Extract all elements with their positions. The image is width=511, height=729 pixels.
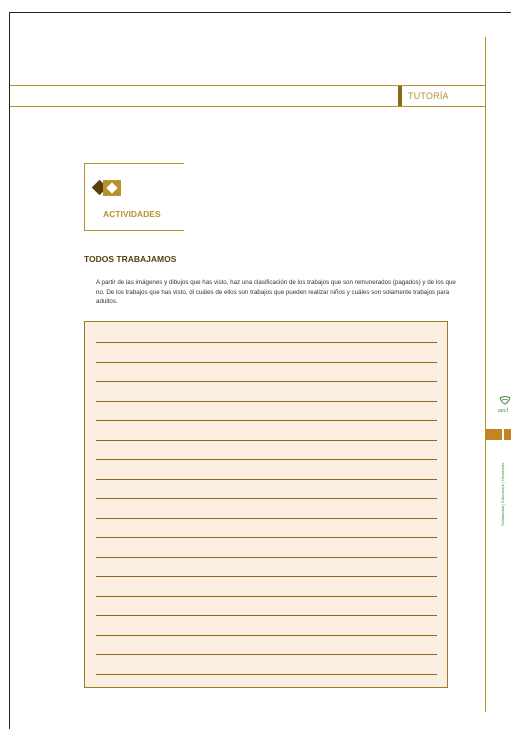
aeci-logo: aecl	[498, 396, 511, 414]
exercise-title: TODOS TRABAJAMOS	[84, 254, 177, 264]
writing-line	[96, 634, 437, 636]
writing-line	[96, 556, 437, 558]
writing-line	[96, 361, 437, 363]
page-border-left	[9, 12, 10, 729]
answer-box[interactable]	[84, 321, 448, 688]
writing-line	[96, 400, 437, 402]
writing-line	[96, 576, 437, 577]
header-rule-top	[10, 85, 485, 86]
exercise-instructions: A partir de las imágenes y dibujos que h…	[96, 279, 456, 305]
writing-line	[96, 498, 437, 499]
writing-line	[96, 537, 437, 538]
activity-frame-left	[84, 163, 85, 231]
writing-line	[96, 615, 437, 616]
section-marker	[398, 86, 402, 106]
header-rule-bottom	[10, 106, 485, 107]
writing-line	[96, 381, 437, 382]
writing-line	[96, 439, 437, 441]
writing-line	[96, 342, 437, 343]
page-border-top	[9, 12, 511, 13]
sidebar-rule	[485, 37, 486, 712]
diamond-icon	[92, 179, 121, 196]
writing-line	[96, 459, 437, 460]
writing-line	[96, 654, 437, 655]
writing-line	[96, 517, 437, 519]
writing-line	[96, 595, 437, 597]
activity-label: ACTIVIDADES	[103, 209, 161, 219]
activity-frame-top	[84, 163, 184, 164]
sidebar-vertical-text: Solidaridad | Educación | Desarrollo	[500, 462, 505, 526]
sidebar-tab-gap	[502, 429, 504, 440]
sidebar-tab	[485, 429, 511, 440]
writing-line	[96, 420, 437, 421]
writing-line	[96, 673, 437, 675]
activity-frame-bottom	[84, 230, 184, 231]
svg-text:aecl: aecl	[498, 408, 508, 414]
writing-line	[96, 478, 437, 480]
section-title: TUTORÍA	[408, 91, 449, 101]
